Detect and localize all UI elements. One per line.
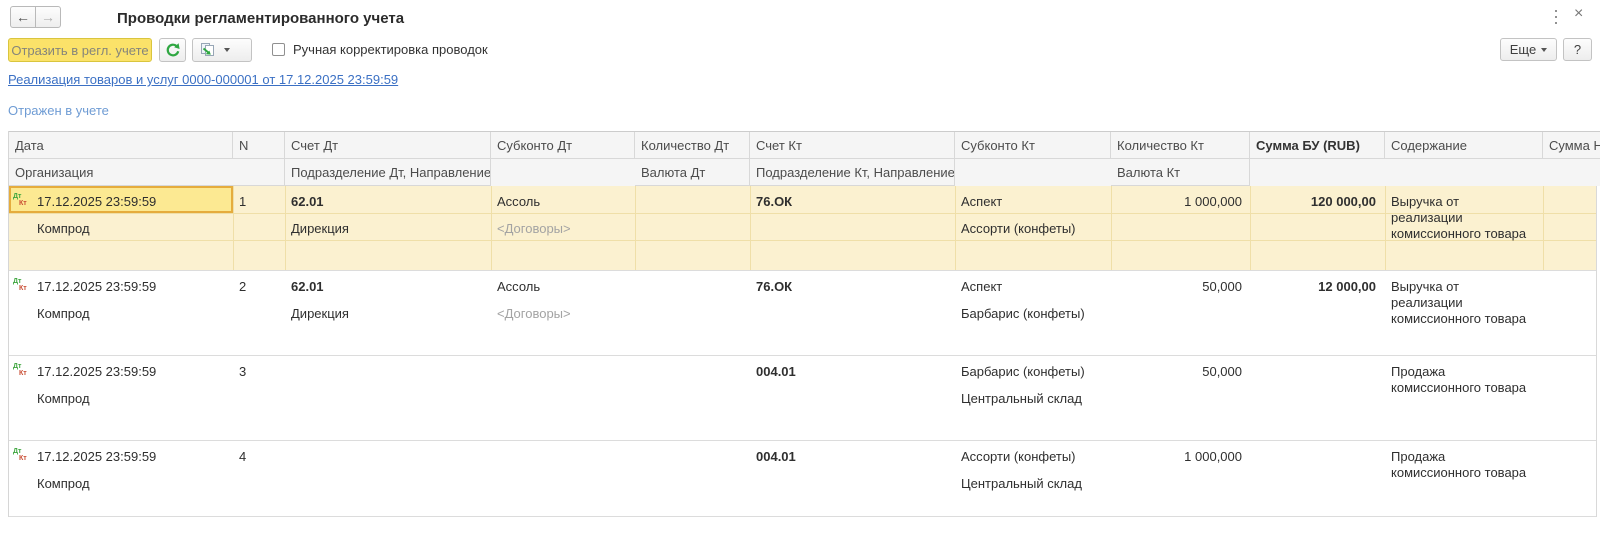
status-text: Отражен в учете [8,103,109,118]
cell-amount-bu: 120 000,00 [1256,194,1376,209]
header-amount-n: Сумма Н [1543,132,1600,159]
cell-organization: Компрод [37,221,90,236]
table-row[interactable]: ДтКт 17.12.2025 23:59:59 Компрод 4 004.0… [9,441,1596,517]
cell-subconto-kt: Аспект [961,194,1002,209]
cell-number: 4 [239,449,246,464]
dt-kt-posting-icon: ДтКт [13,193,33,209]
kebab-menu-icon[interactable] [1551,10,1561,24]
cell-organization: Компрод [37,391,90,406]
refresh-icon [165,42,181,58]
cell-subconto-kt2: Ассорти (конфеты) [961,221,1076,236]
cell-organization: Компрод [37,306,90,321]
table-row[interactable]: ДтКт 17.12.2025 23:59:59 Компрод 1 62.01… [9,186,1596,271]
reflect-in-accounting-button[interactable]: Отразить в регл. учете [8,38,152,62]
cell-content: Выручка от реализации комиссионного това… [1391,279,1541,327]
header-currency-dt: Валюта Дт [635,159,750,186]
manual-adjustment-label: Ручная корректировка проводок [293,42,488,57]
header-account-dt: Счет Дт [285,132,491,159]
dt-kt-posting-icon: ДтКт [13,448,33,464]
back-button[interactable]: ← [10,6,36,28]
close-icon[interactable]: × [1574,6,1583,22]
header-subconto-dt: Субконто Дт [491,132,635,159]
cell-date[interactable]: 17.12.2025 23:59:59 [37,279,156,294]
cell-organization: Компрод [37,476,90,491]
header-subconto-kt: Субконто Кт [955,132,1111,159]
row-inner-gridline [9,213,1596,214]
table-row[interactable]: ДтКт 17.12.2025 23:59:59 Компрод 3 004.0… [9,356,1596,441]
cell-subconto-dt: Ассоль [497,194,540,209]
cell-number: 3 [239,364,246,379]
cell-amount-bu: 12 000,00 [1256,279,1376,294]
cell-account-kt: 76.ОК [756,279,792,294]
forward-button[interactable]: → [35,6,61,28]
cell-quantity-kt: 1 000,000 [1117,194,1242,209]
cell-date[interactable]: 17.12.2025 23:59:59 [37,194,156,209]
cell-number: 1 [239,194,246,209]
cell-subconto-dt2: <Договоры> [497,306,571,321]
document-link[interactable]: Реализация товаров и услуг 0000-000001 о… [8,72,398,87]
header-subdivision-dt: Подразделение Дт, Направление Дт [285,159,491,186]
cell-quantity-kt: 1 000,000 [1117,449,1242,464]
cell-content: Продажа комиссионного товара [1391,449,1541,481]
cell-account-kt: 004.01 [756,449,796,464]
postings-report-icon [200,42,216,58]
dt-kt-posting-icon: ДтКт [13,363,33,379]
cell-subconto-kt2: Центральный склад [961,476,1082,491]
nav-history-group: ← → [10,6,61,28]
reflect-button-label: Отразить в регл. учете [11,43,148,58]
header-quantity-kt: Количество Кт [1111,132,1250,159]
cell-account-kt: 76.ОК [756,194,792,209]
row-inner-gridline [9,240,1596,241]
more-button-label: Еще [1510,42,1536,57]
help-button[interactable]: ? [1563,38,1592,61]
cell-date[interactable]: 17.12.2025 23:59:59 [37,449,156,464]
header-subdivision-kt: Подразделение Кт, Направление Кт [750,159,955,186]
header-amount-bu: Сумма БУ (RUB) [1250,132,1385,159]
postings-report-dropdown-button[interactable] [192,38,252,62]
cell-date[interactable]: 17.12.2025 23:59:59 [37,364,156,379]
dt-kt-posting-icon: ДтКт [13,278,33,294]
header-quantity-dt: Количество Дт [635,132,750,159]
more-button[interactable]: Еще [1500,38,1557,61]
cell-quantity-kt: 50,000 [1117,279,1242,294]
back-arrow-icon: ← [16,9,30,25]
cell-account-dt: 62.01 [291,279,324,294]
table-header: Дата N Счет Дт Субконто Дт Количество Дт… [9,131,1600,186]
help-button-label: ? [1574,42,1581,57]
chevron-down-icon [224,48,230,52]
header-account-kt: Счет Кт [750,132,955,159]
header-content: Содержание [1385,132,1543,159]
table-row[interactable]: ДтКт 17.12.2025 23:59:59 Компрод 2 62.01… [9,271,1596,356]
refresh-button[interactable] [159,38,186,62]
cell-subconto-dt: Ассоль [497,279,540,294]
cell-subconto-kt: Ассорти (конфеты) [961,449,1076,464]
cell-subconto-kt: Барбарис (конфеты) [961,364,1085,379]
cell-content: Продажа комиссионного товара [1391,364,1541,396]
cell-content: Выручка от реализации комиссионного това… [1391,194,1541,242]
cell-quantity-kt: 50,000 [1117,364,1242,379]
cell-subconto-kt2: Барбарис (конфеты) [961,306,1085,321]
cell-account-dt: 62.01 [291,194,324,209]
header-currency-kt: Валюта Кт [1111,159,1250,186]
header-organization: Организация [9,159,285,186]
cell-subconto-kt: Аспект [961,279,1002,294]
cell-subdivision-dt: Дирекция [291,306,349,321]
header-date: Дата [9,132,233,159]
cell-number: 2 [239,279,246,294]
cell-account-kt: 004.01 [756,364,796,379]
page-title: Проводки регламентированного учета [117,10,404,27]
manual-adjustment-checkbox[interactable] [272,43,285,56]
postings-table: Дата N Счет Дт Субконто Дт Количество Дт… [8,131,1600,517]
forward-arrow-icon: → [41,9,55,25]
cell-subconto-dt2: <Договоры> [497,221,571,236]
cell-subconto-kt2: Центральный склад [961,391,1082,406]
cell-subdivision-dt: Дирекция [291,221,349,236]
chevron-down-icon [1541,48,1547,52]
header-n: N [233,132,285,159]
table-body: ДтКт 17.12.2025 23:59:59 Компрод 1 62.01… [9,186,1597,517]
